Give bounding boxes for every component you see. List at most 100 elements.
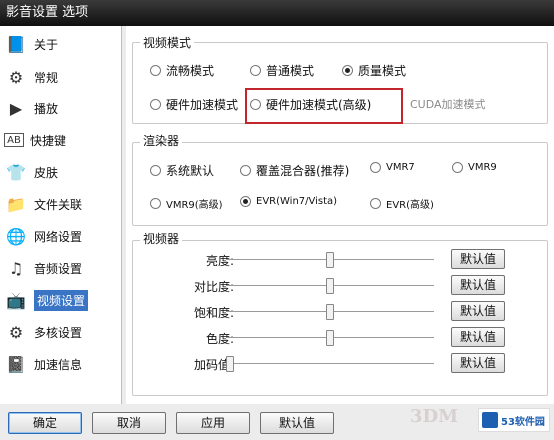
gear-icon: ⚙ <box>8 67 24 87</box>
sidebar-item-file-assoc[interactable]: 📁 文件关联 <box>4 190 118 218</box>
sidebar-item-hotkeys[interactable]: AB 快捷键 <box>4 126 118 154</box>
radio-evr-advanced[interactable]: EVR(高级) <box>370 196 434 211</box>
keyboard-ab-icon: AB <box>4 133 24 147</box>
contrast-slider[interactable] <box>226 278 434 294</box>
radio-dot <box>150 165 161 176</box>
slider-thumb[interactable] <box>226 356 234 372</box>
radio-normal-mode[interactable]: 普通模式 <box>250 62 314 79</box>
logo-square-icon <box>482 412 498 428</box>
sidebar-item-video[interactable]: 📺 视频设置 <box>4 286 118 314</box>
dialog-button-bar: 确定 取消 应用 默认值 <box>0 404 554 440</box>
video-mode-title: 视频模式 <box>140 34 195 51</box>
hue-slider[interactable] <box>226 330 434 346</box>
gain-slider[interactable] <box>226 356 434 372</box>
restore-default-button[interactable]: 默认值 <box>260 412 334 434</box>
ok-button[interactable]: 确定 <box>8 412 82 434</box>
radio-dot <box>240 165 251 176</box>
radio-vmr7[interactable]: VMR7 <box>370 162 415 173</box>
slider-thumb[interactable] <box>326 304 334 320</box>
radio-quality-mode[interactable]: 质量模式 <box>342 62 406 79</box>
gain-row: 加码值: 默认值 <box>126 353 554 374</box>
brightness-default-button[interactable]: 默认值 <box>451 249 505 269</box>
sidebar-item-multicore[interactable]: ⚙ 多核设置 <box>4 318 118 346</box>
hue-row: 色度: 默认值 <box>126 327 554 348</box>
video-adjust-title: 视频器 <box>140 230 183 247</box>
audio-icon: ♫ <box>8 258 24 278</box>
slider-thumb[interactable] <box>326 330 334 346</box>
apply-button[interactable]: 应用 <box>176 412 250 434</box>
gain-default-button[interactable]: 默认值 <box>451 353 505 373</box>
radio-dot <box>150 198 161 209</box>
hue-default-button[interactable]: 默认值 <box>451 327 505 347</box>
sidebar-item-label: 加速信息 <box>34 357 83 372</box>
brightness-row: 亮度: 默认值 <box>126 249 554 270</box>
cuda-mode-label: CUDA加速模式 <box>410 98 486 111</box>
radio-dot <box>240 196 251 207</box>
radio-hw-accel-mode[interactable]: 硬件加速模式 <box>150 96 238 113</box>
renderer-title: 渲染器 <box>140 132 183 149</box>
saturation-slider[interactable] <box>226 304 434 320</box>
slider-thumb[interactable] <box>326 252 334 268</box>
sidebar-item-label: 常规 <box>34 70 59 85</box>
radio-evr-win7[interactable]: EVR(Win7/Vista) <box>240 196 337 207</box>
contrast-row: 对比度: 默认值 <box>126 275 554 296</box>
sidebar-item-label: 播放 <box>34 101 59 116</box>
sidebar-item-label: 文件关联 <box>34 197 83 212</box>
radio-label: 流畅模式 <box>166 64 215 78</box>
radio-label: 覆盖混合器(推荐) <box>256 164 350 178</box>
title-bar: 影音设置 选项 <box>0 0 554 26</box>
sidebar-item-accel-info[interactable]: 📓 加速信息 <box>4 350 118 378</box>
radio-label: EVR(高级) <box>386 200 434 211</box>
cancel-button[interactable]: 取消 <box>92 412 166 434</box>
radio-label: VMR7 <box>386 162 415 173</box>
radio-dot <box>370 198 381 209</box>
folder-icon: 📁 <box>6 194 26 214</box>
book-icon: 📓 <box>6 354 26 374</box>
play-icon: ▶ <box>9 98 23 118</box>
settings-window: 影音设置 选项 📘 关于 ⚙ 常规 ▶ 播放 AB 快捷键 👕 皮肤 📁 文件关… <box>0 0 554 440</box>
renderer-group <box>132 142 548 226</box>
highlight-box <box>245 88 403 124</box>
radio-label: 质量模式 <box>358 64 407 78</box>
sidebar-item-label: 多核设置 <box>34 325 83 340</box>
radio-vmr9[interactable]: VMR9 <box>452 162 497 173</box>
sidebar-item-label: 视频设置 <box>34 289 89 311</box>
sidebar-item-skin[interactable]: 👕 皮肤 <box>4 158 118 186</box>
radio-vmr9-advanced[interactable]: VMR9(高级) <box>150 196 223 211</box>
radio-label: 普通模式 <box>266 64 315 78</box>
radio-system-default[interactable]: 系统默认 <box>150 162 214 179</box>
info-book-icon: 📘 <box>6 34 26 54</box>
sidebar-item-label: 网络设置 <box>34 229 83 244</box>
radio-dot <box>370 162 381 173</box>
sidebar-item-label: 快捷键 <box>30 133 67 148</box>
sidebar-item-general[interactable]: ⚙ 常规 <box>4 63 118 91</box>
radio-dot <box>150 99 161 110</box>
sidebar-item-playback[interactable]: ▶ 播放 <box>4 94 118 122</box>
sidebar-item-network[interactable]: 🌐 网络设置 <box>4 222 118 250</box>
radio-label: VMR9 <box>468 162 497 173</box>
saturation-row: 饱和度: 默认值 <box>126 301 554 322</box>
sidebar-item-label: 皮肤 <box>34 165 59 180</box>
watermark-53-logo: 53软件园 <box>478 408 550 432</box>
contrast-default-button[interactable]: 默认值 <box>451 275 505 295</box>
sidebar-item-label: 音频设置 <box>34 261 83 276</box>
radio-overlay-mixer[interactable]: 覆盖混合器(推荐) <box>240 162 349 179</box>
radio-smooth-mode[interactable]: 流畅模式 <box>150 62 214 79</box>
sidebar-item-about[interactable]: 📘 关于 <box>4 30 118 58</box>
radio-label: 硬件加速模式 <box>166 98 239 112</box>
radio-label: VMR9(高级) <box>166 200 223 211</box>
tv-icon: 📺 <box>6 290 26 310</box>
globe-icon: 🌐 <box>6 226 26 246</box>
multicore-icon: ⚙ <box>8 322 24 342</box>
shirt-icon: 👕 <box>6 162 26 182</box>
watermark-3dm: 3DM <box>410 406 459 427</box>
radio-dot <box>150 65 161 76</box>
slider-thumb[interactable] <box>326 278 334 294</box>
sidebar-item-audio[interactable]: ♫ 音频设置 <box>4 254 118 282</box>
watermark-53-label: 53软件园 <box>501 416 545 428</box>
brightness-slider[interactable] <box>226 252 434 268</box>
sidebar-item-label: 关于 <box>34 37 59 52</box>
radio-dot <box>452 162 463 173</box>
radio-label: EVR(Win7/Vista) <box>256 196 338 207</box>
saturation-default-button[interactable]: 默认值 <box>451 301 505 321</box>
